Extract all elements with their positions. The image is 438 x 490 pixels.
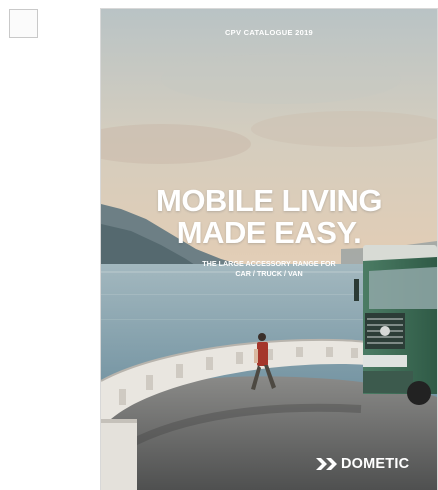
catalogue-viewer: CPV CATALOGUE 2019 MOBILE LIVING MADE EA… [0, 0, 438, 490]
headline-line-2: MADE EASY. [176, 215, 362, 250]
dometic-chevron-logo-icon [316, 458, 337, 470]
page-thumbnail-button[interactable] [9, 9, 38, 38]
catalogue-eyebrow: CPV CATALOGUE 2019 [224, 28, 314, 37]
subline-1: THE LARGE ACCESSORY RANGE FOR [202, 259, 336, 268]
brand-name: DOMETIC [341, 456, 410, 472]
catalogue-cover[interactable]: CPV CATALOGUE 2019 MOBILE LIVING MADE EA… [101, 9, 437, 490]
headline-line-1: MOBILE LIVING [156, 183, 383, 218]
dometic-logo: DOMETIC [316, 455, 409, 473]
subline-2: CAR / TRUCK / VAN [235, 269, 303, 278]
